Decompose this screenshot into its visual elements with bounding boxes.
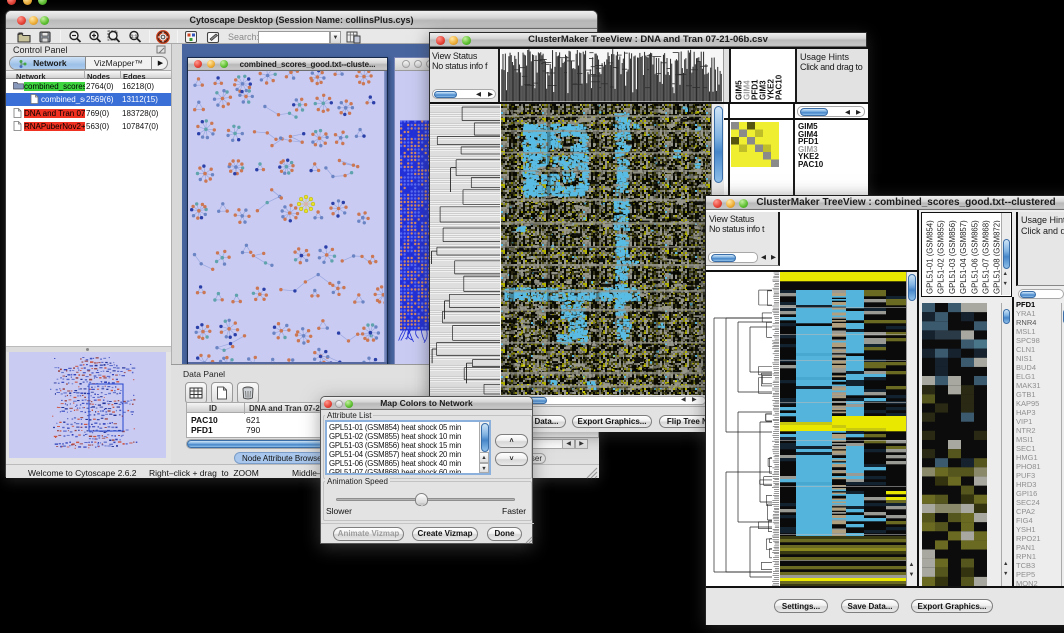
svg-text:1:1: 1:1 <box>131 34 138 39</box>
svg-text:PAC10: PAC10 <box>775 74 784 100</box>
